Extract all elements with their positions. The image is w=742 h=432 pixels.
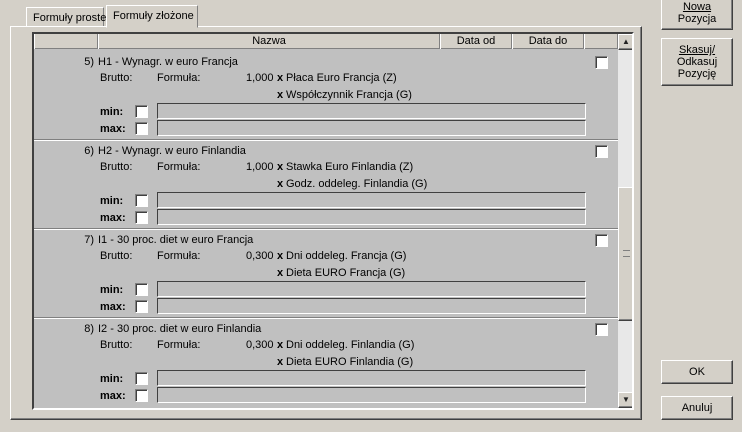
formula-term: Dieta EURO Francja (G) xyxy=(286,267,406,279)
header-date-to[interactable]: Data do xyxy=(512,34,584,49)
entry-number: 7) xyxy=(84,234,94,246)
max-field[interactable] xyxy=(157,387,586,403)
max-label: max: xyxy=(100,301,126,313)
button-label: Pozycję xyxy=(677,68,717,80)
formula-label: Formuła: xyxy=(157,72,201,84)
formula-term: Dieta EURO Finlandia (G) xyxy=(286,356,414,368)
max-checkbox[interactable] xyxy=(135,389,148,402)
coefficient: 1,000 xyxy=(246,72,274,84)
scroll-up-arrow-icon[interactable]: ▲ xyxy=(618,34,632,50)
formula-term: Współczynnik Francja (G) xyxy=(286,89,412,101)
formula-term: Płaca Euro Francja (Z) xyxy=(286,72,397,84)
min-label: min: xyxy=(100,195,124,207)
new-position-button[interactable]: Nowa Pozycja xyxy=(661,0,733,30)
min-label: min: xyxy=(100,284,124,296)
vertical-scrollbar[interactable]: ▲ ▼ xyxy=(618,34,632,408)
max-label: max: xyxy=(100,390,126,402)
formula-term: Godz. oddeleg. Finlandia (G) xyxy=(286,178,428,190)
entry-number: 6) xyxy=(84,145,94,157)
grip-icon xyxy=(623,250,630,257)
button-label: Anuluj xyxy=(681,402,713,414)
button-label: Skasuj/ xyxy=(678,44,716,56)
coefficient: 1,000 xyxy=(246,161,274,173)
tab-label: Formuły złożone xyxy=(113,10,194,22)
multiply-op: x xyxy=(277,72,284,84)
min-checkbox[interactable] xyxy=(135,372,148,385)
max-field[interactable] xyxy=(157,120,586,136)
entry-title: H2 - Wynagr. w euro Finlandia xyxy=(98,145,246,157)
min-checkbox[interactable] xyxy=(135,194,148,207)
brutto-label: Brutto: xyxy=(100,250,133,262)
header-blank-right xyxy=(584,34,618,49)
max-label: max: xyxy=(100,123,126,135)
multiply-op: x xyxy=(277,89,284,101)
row-separator xyxy=(34,317,618,319)
button-label: Pozycja xyxy=(677,13,717,25)
multiply-op: x xyxy=(277,161,284,173)
brutto-label: Brutto: xyxy=(100,72,133,84)
header-date-from[interactable]: Data od xyxy=(440,34,512,49)
min-label: min: xyxy=(100,106,124,118)
max-checkbox[interactable] xyxy=(135,211,148,224)
formula-entry[interactable]: 6) H2 - Wynagr. w euro Finlandia Brutto:… xyxy=(34,139,618,228)
multiply-op: x xyxy=(277,178,284,190)
max-field[interactable] xyxy=(157,209,586,225)
entry-checkbox[interactable] xyxy=(595,56,608,69)
min-field[interactable] xyxy=(157,192,586,208)
button-label: OK xyxy=(689,366,705,378)
tab-compound-formulas[interactable]: Formuły złożone xyxy=(106,5,198,28)
delete-undelete-button[interactable]: Skasuj/ Odkasuj Pozycję xyxy=(661,38,733,86)
entry-title: H1 - Wynagr. w euro Francja xyxy=(98,56,238,68)
formula-label: Formuła: xyxy=(157,161,201,173)
coefficient: 0,300 xyxy=(246,339,274,351)
max-checkbox[interactable] xyxy=(135,300,148,313)
formula-grid: Nazwa Data od Data do 5) H1 - Wynagr. w … xyxy=(32,32,634,410)
grid-header: Nazwa Data od Data do xyxy=(34,34,618,49)
header-blank xyxy=(34,34,98,49)
max-field[interactable] xyxy=(157,298,586,314)
entry-title: I2 - 30 proc. diet w euro Finlandia xyxy=(98,323,262,335)
formula-entry[interactable]: 7) I1 - 30 proc. diet w euro Francja Bru… xyxy=(34,228,618,317)
multiply-op: x xyxy=(277,250,284,262)
formula-label: Formuła: xyxy=(157,339,201,351)
entry-checkbox[interactable] xyxy=(595,234,608,247)
entry-title: I1 - 30 proc. diet w euro Francja xyxy=(98,234,254,246)
formula-term: Stawka Euro Finlandia (Z) xyxy=(286,161,414,173)
multiply-op: x xyxy=(277,339,284,351)
min-label: min: xyxy=(100,373,124,385)
coefficient: 0,300 xyxy=(246,250,274,262)
brutto-label: Brutto: xyxy=(100,161,133,173)
entry-number: 8) xyxy=(84,323,94,335)
formula-entry[interactable]: 5) H1 - Wynagr. w euro Francja Brutto: F… xyxy=(34,50,618,139)
max-checkbox[interactable] xyxy=(135,122,148,135)
formula-entry[interactable]: 8) I2 - 30 proc. diet w euro Finlandia B… xyxy=(34,317,618,406)
ok-button[interactable]: OK xyxy=(661,360,733,384)
formula-term: Dni oddeleg. Francja (G) xyxy=(286,250,407,262)
formula-term: Dni oddeleg. Finlandia (G) xyxy=(286,339,415,351)
tab-label: Formuły proste xyxy=(33,12,107,24)
entry-checkbox[interactable] xyxy=(595,323,608,336)
button-label: Nowa xyxy=(682,1,712,13)
entry-number: 5) xyxy=(84,56,94,68)
min-checkbox[interactable] xyxy=(135,283,148,296)
entry-checkbox[interactable] xyxy=(595,145,608,158)
scroll-down-arrow-icon[interactable]: ▼ xyxy=(618,392,632,408)
tab-simple-formulas[interactable]: Formuły proste xyxy=(26,7,107,27)
max-label: max: xyxy=(100,212,126,224)
scroll-thumb[interactable] xyxy=(618,187,632,321)
multiply-op: x xyxy=(277,356,284,368)
min-field[interactable] xyxy=(157,281,586,297)
cancel-button[interactable]: Anuluj xyxy=(661,396,733,420)
multiply-op: x xyxy=(277,267,284,279)
min-field[interactable] xyxy=(157,103,586,119)
button-label: Odkasuj xyxy=(676,56,718,68)
min-field[interactable] xyxy=(157,370,586,386)
row-separator xyxy=(34,139,618,141)
min-checkbox[interactable] xyxy=(135,105,148,118)
header-name[interactable]: Nazwa xyxy=(98,34,440,49)
formula-label: Formuła: xyxy=(157,250,201,262)
row-separator xyxy=(34,228,618,230)
brutto-label: Brutto: xyxy=(100,339,133,351)
